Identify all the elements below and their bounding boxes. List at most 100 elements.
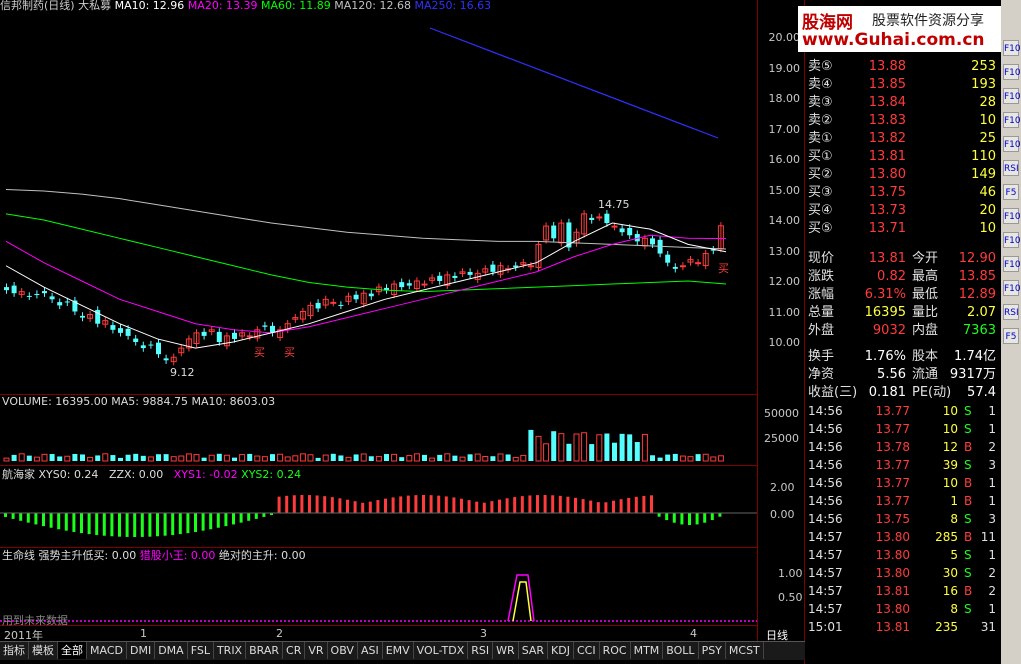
toolbar-button-f5[interactable]: F5 [1003,328,1019,344]
ask-row[interactable]: 卖⑤ 13.88 253 [806,58,998,76]
volume-bar [687,456,694,462]
toolbar-button-f10[interactable]: F10 [1003,232,1021,248]
navigator-bar [460,498,463,513]
tab-psy[interactable]: PSY [699,642,726,659]
bid-row[interactable]: 买① 13.81 110 [806,148,998,166]
tick-volume: 10 [942,404,958,418]
toolbar-button-f10[interactable]: F10 [1003,256,1021,272]
tick-side: B [964,584,973,598]
navigator-bar [376,500,380,513]
tab-rsi[interactable]: RSI [468,642,494,659]
candle-body [140,345,146,349]
stat-value: 0.82 [877,269,906,284]
toolbar-button-f10[interactable]: F10 [1003,40,1021,56]
tab-全部[interactable]: 全部 [58,642,87,659]
ask-row[interactable]: 卖④ 13.85 193 [806,76,998,94]
toolbar-button-f10[interactable]: F10 [1003,112,1021,128]
stat-key: 最高 [912,269,939,284]
tab-指标[interactable]: 指标 [0,642,29,659]
volume-bar [156,454,161,461]
volume-bar [277,453,284,462]
candle-body [57,302,63,306]
order-price: 13.81 [868,149,906,164]
volume-bar [223,454,230,462]
quote-stat-row: 现价 13.81 今开 12.90 [806,250,998,268]
stat-value: 9317万 [949,367,996,382]
tab-dmi[interactable]: DMI [127,642,156,659]
stat-key: 换手 [808,349,835,364]
tab-macd[interactable]: MACD [87,642,127,659]
navigator-bar [247,513,251,521]
tick-row: 14:57 13.81 16 B 2 [806,582,998,600]
tab-fsl[interactable]: FSL [188,642,214,659]
tab-mcst[interactable]: MCST [726,642,764,659]
stat-value: 5.56 [877,367,906,382]
navigator-label: 航海家 XYS0: 0.24 ZZX: 0.00 XYS1: -0.02 XYS… [2,468,301,481]
tab-trix[interactable]: TRIX [214,642,247,659]
tick-volume: 285 [935,530,958,544]
time-month: 2 [276,627,283,640]
tab-wr[interactable]: WR [493,642,519,659]
toolbar-button-f10[interactable]: F10 [1003,280,1021,296]
toolbar-button-f10[interactable]: F10 [1003,88,1021,104]
navigator-bar [133,513,137,537]
tab-模板[interactable]: 模板 [29,642,58,659]
tab-cci[interactable]: CCI [574,642,600,659]
tab-kdj[interactable]: KDJ [548,642,574,659]
tick-row: 14:56 13.77 1 B 1 [806,492,998,510]
bid-row[interactable]: 买② 13.80 149 [806,166,998,184]
tab-dma[interactable]: DMA [155,642,188,659]
tick-side: B [964,530,973,544]
stat-key: 现价 [808,251,835,266]
tab-roc[interactable]: ROC [600,642,631,659]
tab-cr[interactable]: CR [283,642,306,659]
tab-boll[interactable]: BOLL [663,642,699,659]
navigator-bar [688,513,691,525]
ask-row[interactable]: 卖② 13.83 10 [806,112,998,130]
volume-bar [672,453,678,461]
ask-row[interactable]: 卖③ 13.84 28 [806,94,998,112]
order-price: 13.80 [868,167,906,182]
tab-obv[interactable]: OBV [328,642,358,659]
navigator-bar [695,513,699,525]
tab-asi[interactable]: ASI [358,642,383,659]
volume-bar [717,455,724,462]
tab-brar[interactable]: BRAR [246,642,284,659]
candle-body [467,271,473,275]
volume-bar [292,455,299,462]
stat-key: 内盘 [912,323,939,338]
toolbar-button-f5[interactable]: F5 [1003,184,1019,200]
navigator-bar [254,513,258,519]
volume-bar [474,453,481,462]
navigator-bar [437,495,441,513]
volume-bar [490,456,496,461]
volume-bar [375,455,382,462]
bid-row[interactable]: 买③ 13.75 46 [806,184,998,202]
order-price: 13.73 [868,203,906,218]
toolbar-button-rsi[interactable]: RSI [1003,160,1019,176]
tick-time: 14:57 [808,566,843,580]
tab-emv[interactable]: EMV [383,642,414,659]
bid-row[interactable]: 买⑤ 13.71 10 [806,220,998,238]
volume-bar [695,454,701,461]
ask-row[interactable]: 卖① 13.82 25 [806,130,998,148]
toolbar-button-f10[interactable]: F10 [1003,136,1021,152]
volume-bar [558,433,565,462]
toolbar-button-rsi[interactable]: RSI [1003,304,1019,320]
stat-value: 13.85 [958,269,996,284]
tab-mtm[interactable]: MTM [631,642,664,659]
navigator-bar [110,513,114,537]
tab-vr[interactable]: VR [305,642,328,659]
tab-vol-tdx[interactable]: VOL-TDX [414,642,469,659]
tab-sar[interactable]: SAR [519,642,549,659]
bid-row[interactable]: 买④ 13.73 20 [806,202,998,220]
toolbar-button-f10[interactable]: F10 [1003,208,1021,224]
toolbar-button-f10[interactable]: F10 [1003,64,1021,80]
stat-key: 涨幅 [808,287,835,302]
volume-bar [26,455,32,461]
navigator-bar [300,495,304,513]
navigator-bar [171,513,175,535]
tick-time: 14:56 [808,512,843,526]
kline-chart[interactable] [0,12,757,640]
volume-label: VOLUME: 16395.00 MA5: 9884.75 MA10: 8603… [2,395,276,408]
